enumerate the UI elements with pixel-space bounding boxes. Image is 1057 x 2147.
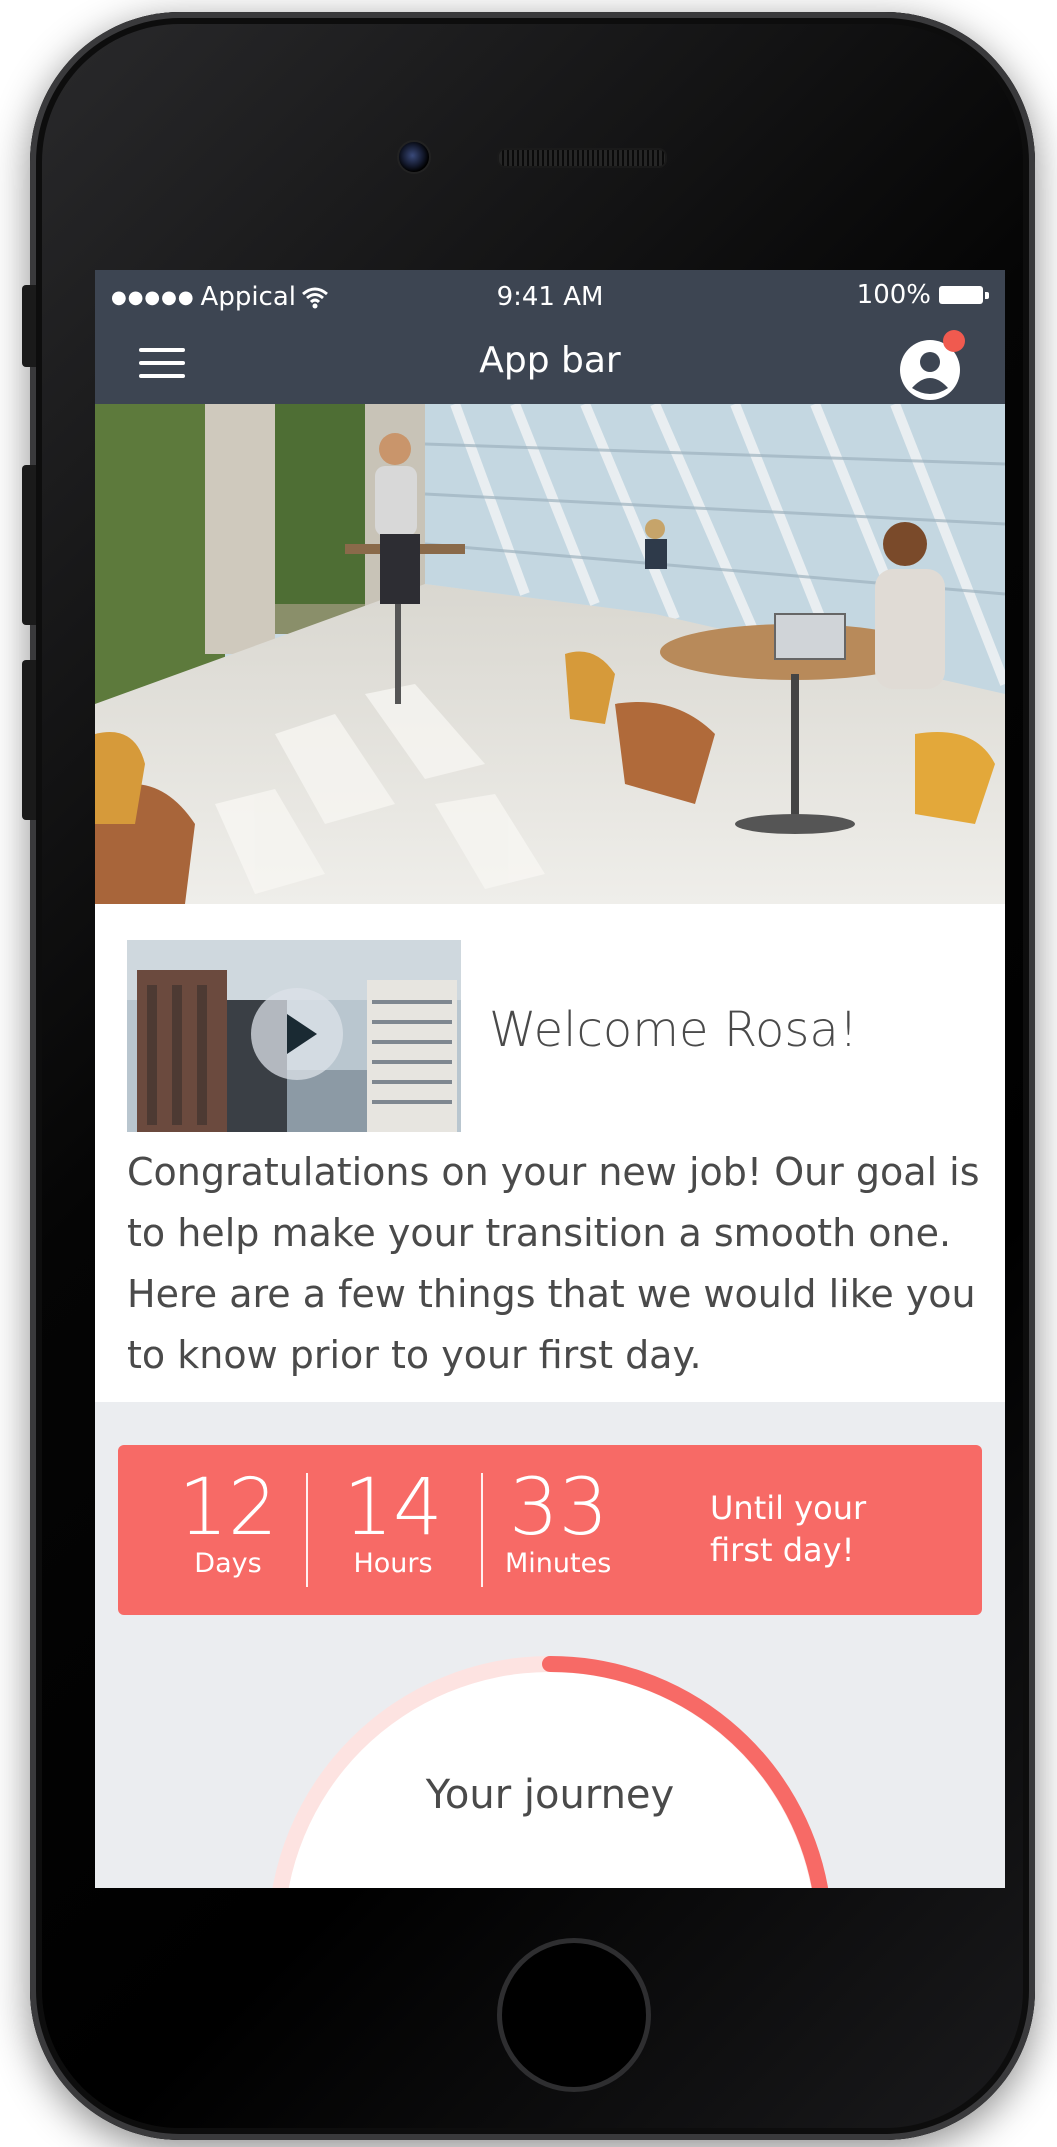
- countdown-note: Until your first day!: [710, 1487, 866, 1571]
- countdown-minutes: 33 Minutes: [493, 1467, 655, 1579]
- app-bar-title: App bar: [479, 340, 621, 381]
- hours-label: Hours: [353, 1548, 433, 1579]
- home-button[interactable]: [497, 1938, 651, 2092]
- countdown-card: 12 Days 14 Hours 33 Minutes Until your f…: [118, 1445, 982, 1615]
- app-bar: App bar: [95, 320, 1005, 404]
- earpiece-speaker: [497, 148, 667, 168]
- journey-section[interactable]: Your journey: [95, 1640, 1005, 1888]
- minutes-label: Minutes: [505, 1548, 612, 1579]
- welcome-card: Welcome Rosa! Congratulations on your ne…: [95, 904, 1005, 1402]
- welcome-message: Congratulations on your new job! Our goa…: [127, 1150, 980, 1377]
- notification-badge: [943, 330, 965, 352]
- countdown-hours: 14 Hours: [318, 1467, 468, 1579]
- play-icon[interactable]: [251, 988, 343, 1080]
- countdown-note-line1: Until your: [710, 1489, 867, 1527]
- mute-switch: [22, 285, 36, 367]
- front-camera: [397, 140, 431, 174]
- hero-image: [95, 404, 1005, 904]
- battery-group: 100%: [857, 280, 989, 310]
- battery-icon: [939, 284, 989, 306]
- countdown-days: 12 Days: [158, 1467, 298, 1579]
- days-label: Days: [194, 1548, 262, 1579]
- journey-label: Your journey: [425, 1772, 675, 1818]
- welcome-title: Welcome Rosa!: [489, 1002, 859, 1058]
- days-value: 12: [178, 1463, 278, 1553]
- journey-progress-ring: [272, 1655, 828, 1888]
- countdown-note-line2: first day!: [710, 1531, 855, 1569]
- volume-up-button: [22, 465, 36, 625]
- screen: ●●●●● Appical 9:41 AM 100% App bar Welco…: [95, 270, 1005, 1888]
- countdown-divider: [481, 1473, 483, 1587]
- status-bar: ●●●●● Appical 9:41 AM 100%: [95, 270, 1005, 320]
- hours-value: 14: [343, 1463, 443, 1553]
- battery-percent: 100%: [856, 280, 931, 310]
- welcome-video[interactable]: [127, 940, 461, 1132]
- countdown-divider: [306, 1473, 308, 1587]
- minutes-value: 33: [509, 1463, 609, 1553]
- volume-down-button: [22, 660, 36, 820]
